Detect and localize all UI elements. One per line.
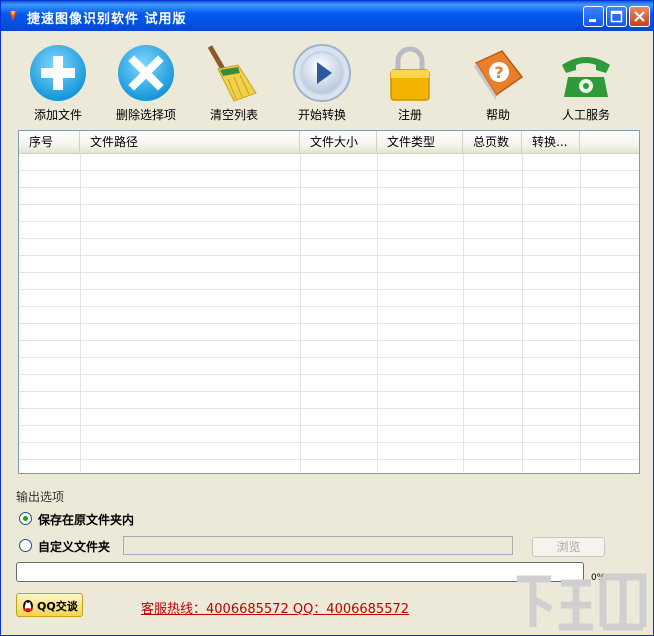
output-options-title: 输出选项 — [16, 490, 65, 504]
delete-selected-button[interactable]: 删除选择项 — [106, 41, 186, 123]
column-divider — [522, 154, 523, 472]
title-bar[interactable]: 捷速图像识别软件 试用版 — [1, 1, 653, 31]
svg-text:?: ? — [494, 63, 503, 82]
file-list-body[interactable] — [19, 154, 639, 472]
column-header-convert[interactable]: 转换... — [522, 131, 580, 153]
close-icon — [634, 11, 645, 22]
add-file-button[interactable]: 添加文件 — [18, 41, 98, 123]
column-header-type[interactable]: 文件类型 — [377, 131, 463, 153]
column-divider — [463, 154, 464, 472]
service-hotline-link[interactable]: 客服热线：4006685572 QQ：4006685572 — [141, 598, 409, 617]
conversion-progress-bar — [16, 562, 584, 582]
column-header-path[interactable]: 文件路径 — [80, 131, 300, 153]
human-service-label: 人工服务 — [561, 108, 610, 122]
x-circle-icon — [118, 45, 174, 101]
play-circle-icon — [293, 44, 351, 102]
save-original-radio[interactable] — [19, 512, 32, 525]
toolbar: 添加文件 删除选择项 清空列表 开始转换 注册 ? 帮助 人工服务 — [1, 31, 653, 123]
app-logo-icon — [9, 11, 17, 21]
plus-circle-icon — [30, 45, 86, 101]
column-header-pages[interactable]: 总页数 — [463, 131, 522, 153]
column-header-size[interactable]: 文件大小 — [300, 131, 377, 153]
save-original-label[interactable]: 保存在原文件夹内 — [38, 511, 134, 528]
telephone-icon — [562, 57, 610, 97]
register-button[interactable]: 注册 — [370, 41, 450, 123]
broom-icon — [207, 45, 257, 102]
padlock-icon — [390, 46, 430, 101]
maximize-button[interactable] — [606, 6, 627, 27]
delete-selected-label: 删除选择项 — [115, 108, 176, 122]
qq-chat-label: QQ交谈 — [37, 600, 78, 613]
clear-list-button[interactable]: 清空列表 — [194, 41, 274, 123]
start-convert-label: 开始转换 — [297, 108, 346, 122]
custom-folder-label[interactable]: 自定义文件夹 — [38, 538, 110, 555]
main-window: 捷速图像识别软件 试用版 添加文件 删除选择项 清空列表 开始转换 注册 ? 帮… — [0, 0, 654, 636]
file-list-header: 序号 文件路径 文件大小 文件类型 总页数 转换... — [19, 131, 639, 154]
browse-button[interactable]: 浏览 — [532, 537, 605, 557]
minimize-button[interactable] — [583, 6, 604, 27]
add-file-label: 添加文件 — [33, 108, 82, 122]
help-button[interactable]: ? 帮助 — [458, 41, 538, 123]
minimize-icon — [589, 19, 596, 22]
radio-selected-dot — [23, 516, 28, 521]
help-book-icon: ? — [474, 50, 524, 100]
output-path-input[interactable] — [123, 536, 513, 555]
site-watermark-logo — [517, 573, 647, 631]
help-label: 帮助 — [485, 108, 510, 122]
clear-list-label: 清空列表 — [209, 108, 258, 122]
qq-penguin-icon — [23, 600, 33, 612]
column-header-index[interactable]: 序号 — [19, 131, 80, 153]
human-service-button[interactable]: 人工服务 — [546, 41, 626, 123]
file-list[interactable]: 序号 文件路径 文件大小 文件类型 总页数 转换... — [18, 130, 640, 474]
column-divider — [80, 154, 81, 472]
register-label: 注册 — [397, 108, 422, 122]
qq-chat-button[interactable]: QQ交谈 — [16, 593, 83, 617]
column-divider — [300, 154, 301, 472]
close-button[interactable] — [629, 6, 650, 27]
column-divider — [377, 154, 378, 472]
custom-folder-radio[interactable] — [19, 539, 32, 552]
window-title: 捷速图像识别软件 试用版 — [27, 12, 187, 27]
column-divider — [580, 154, 581, 472]
maximize-icon — [610, 10, 623, 23]
start-convert-button[interactable]: 开始转换 — [282, 41, 362, 123]
